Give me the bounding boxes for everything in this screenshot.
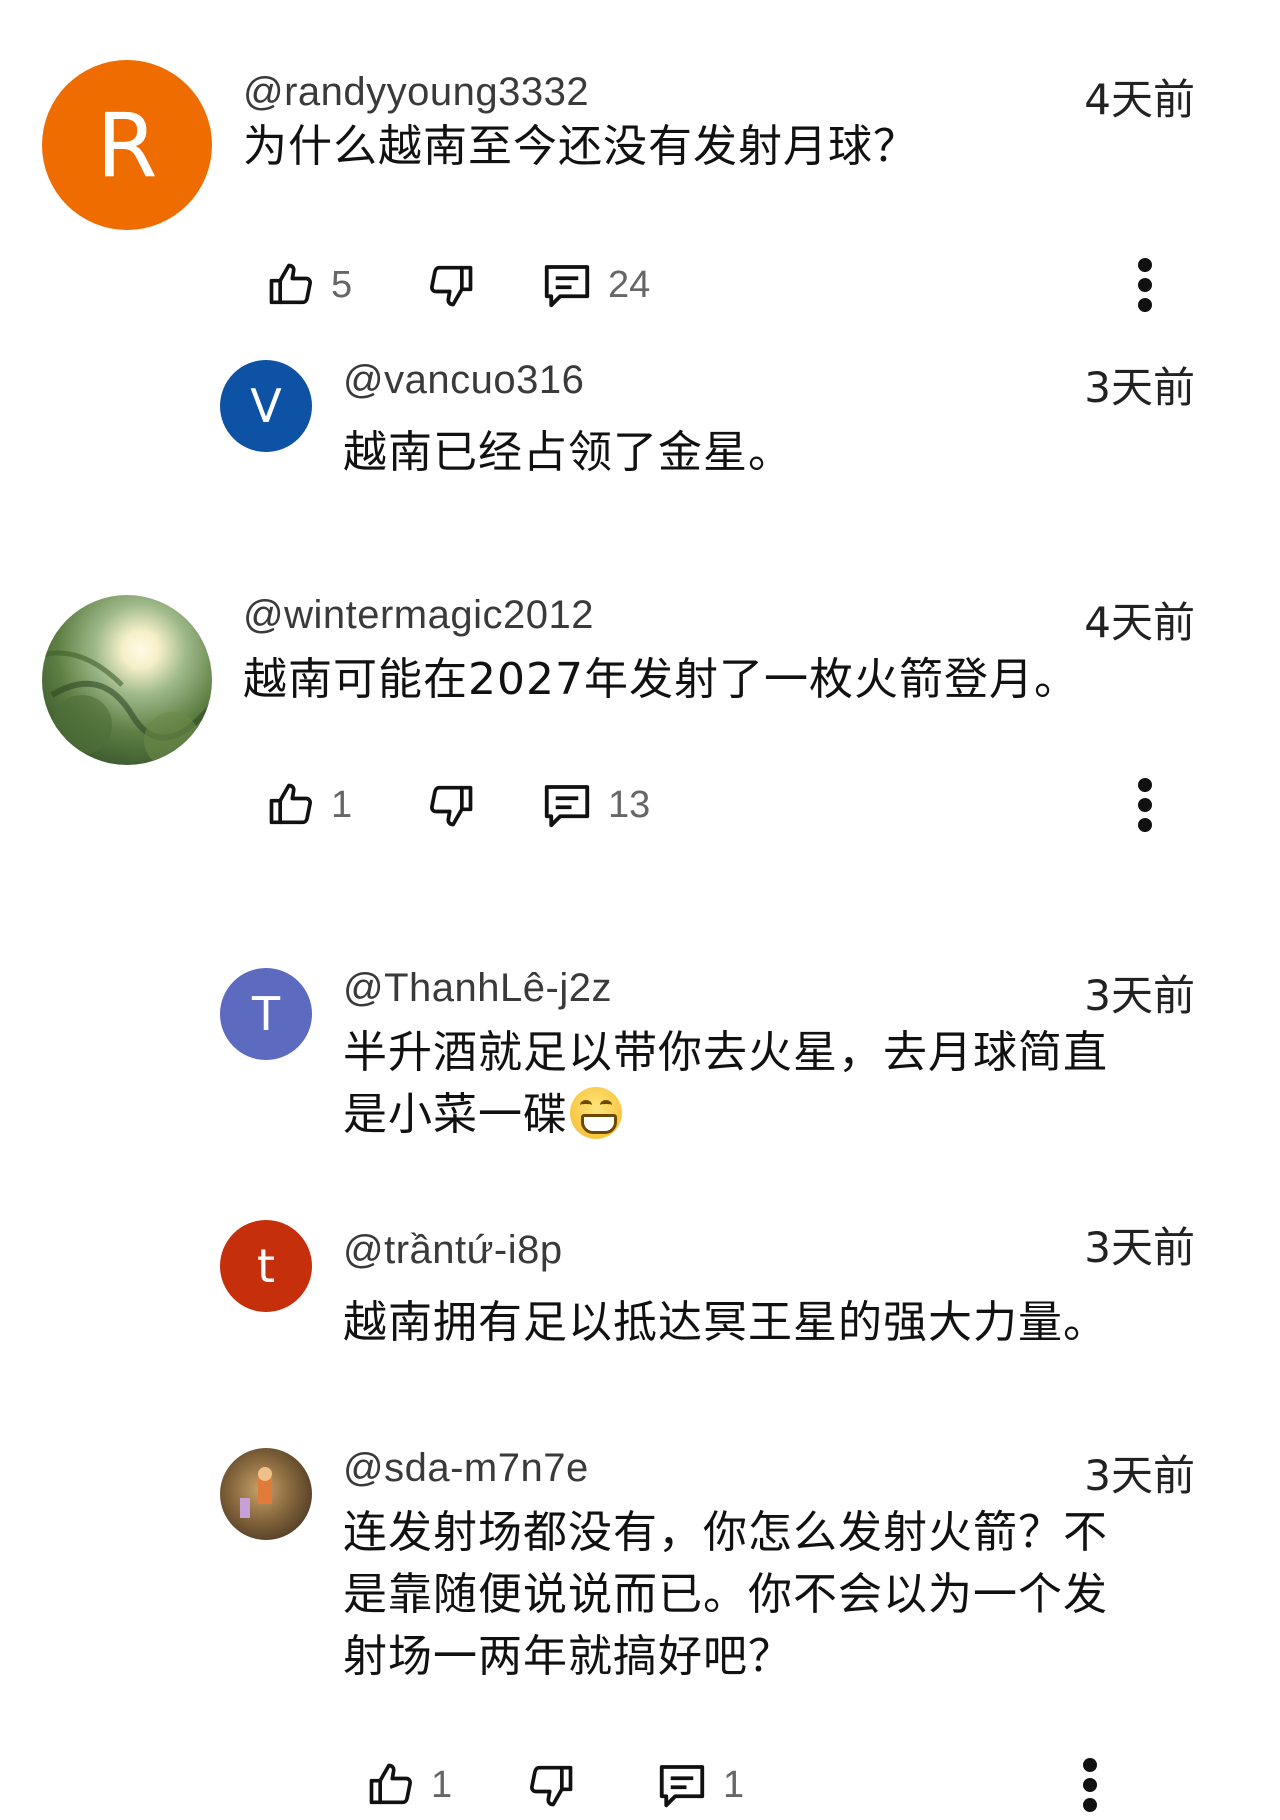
reply-count: 1 <box>723 1763 745 1806</box>
reply-button[interactable]: 24 <box>540 250 650 320</box>
comment-author[interactable]: @ThanhLê-j2z <box>343 966 612 1011</box>
thumbs-down-icon <box>430 265 473 307</box>
avatar[interactable]: t <box>220 1220 312 1312</box>
comment-text-line: 连发射场都没有，你怎么发射火箭？不 <box>343 1507 1108 1558</box>
grinning-face-emoji <box>570 1087 622 1139</box>
thumbs-down-icon <box>430 785 473 827</box>
comment-time: 4天前 <box>1084 598 1195 647</box>
dislike-button[interactable] <box>525 1750 577 1820</box>
dislike-button[interactable] <box>425 770 477 840</box>
like-button[interactable]: 1 <box>365 1750 452 1820</box>
more-vert-icon[interactable] <box>1130 250 1160 320</box>
avatar[interactable] <box>42 595 212 765</box>
avatar[interactable]: R <box>42 60 212 230</box>
thumbs-up-icon <box>269 263 312 305</box>
comment-text: 连发射场都没有，你怎么发射火箭？不 是靠随便说说而已。你不会以为一个发 射场一两… <box>343 1502 1108 1688</box>
comment-author[interactable]: @randyyoung3332 <box>243 70 589 115</box>
avatar[interactable] <box>220 1448 312 1540</box>
comment-text-line: 是靠随便说说而已。你不会以为一个发 <box>343 1569 1108 1620</box>
comment-author[interactable]: @trầntứ-i8p <box>343 1228 563 1273</box>
more-vert-icon[interactable] <box>1075 1750 1105 1820</box>
like-count: 1 <box>431 1763 453 1806</box>
avatar[interactable]: T <box>220 968 312 1060</box>
dislike-button[interactable] <box>425 250 477 320</box>
comment-text-line: 射场一两年就搞好吧？ <box>343 1631 793 1682</box>
comment-actions: 1 13 <box>265 770 1280 840</box>
comment-text: 为什么越南至今还没有发射月球？ <box>243 121 918 172</box>
like-button[interactable]: 5 <box>265 250 352 320</box>
comment-actions: 1 1 <box>365 1750 1280 1820</box>
comment-time: 3天前 <box>1084 971 1195 1020</box>
reply-count: 24 <box>608 263 651 306</box>
comment-icon <box>544 785 590 828</box>
reply-button[interactable]: 13 <box>540 770 650 840</box>
avatar[interactable]: V <box>220 360 312 452</box>
comment-time: 3天前 <box>1084 1451 1195 1500</box>
thumbs-up-icon <box>369 1763 412 1805</box>
reply-count: 13 <box>608 783 651 826</box>
comment-author[interactable]: @sda-m7n7e <box>343 1446 589 1491</box>
tree-photo <box>42 650 212 765</box>
comment-text-line: 是小菜一碟 <box>343 1084 1108 1146</box>
comment-time: 3天前 <box>1084 1223 1195 1272</box>
thumbs-down-icon <box>530 1765 573 1807</box>
comment-text: 半升酒就足以带你去火星，去月球简直 是小菜一碟 <box>343 1022 1108 1146</box>
comment-text: 越南已经占领了金星。 <box>343 427 793 478</box>
reply-button[interactable]: 1 <box>655 1750 744 1820</box>
like-button[interactable]: 1 <box>265 770 352 840</box>
thumbs-up-icon <box>269 783 312 825</box>
comment-icon <box>544 265 590 308</box>
more-vert-icon[interactable] <box>1130 770 1160 840</box>
game-character-photo <box>240 1467 272 1518</box>
comment-author[interactable]: @vancuo316 <box>343 358 584 403</box>
like-count: 1 <box>331 783 353 826</box>
comment-actions: 5 24 <box>265 250 1280 320</box>
comment-text-line: 半升酒就足以带你去火星，去月球简直 <box>343 1027 1108 1078</box>
comment-author[interactable]: @wintermagic2012 <box>243 593 594 638</box>
comment-time: 4天前 <box>1084 75 1195 124</box>
comment-text: 越南可能在2027年发射了一枚火箭登月。 <box>243 654 1079 705</box>
comment-text: 越南拥有足以抵达冥王星的强大力量。 <box>343 1297 1108 1348</box>
comment-time: 3天前 <box>1084 363 1195 412</box>
like-count: 5 <box>331 263 353 306</box>
comment-icon <box>659 1765 705 1808</box>
